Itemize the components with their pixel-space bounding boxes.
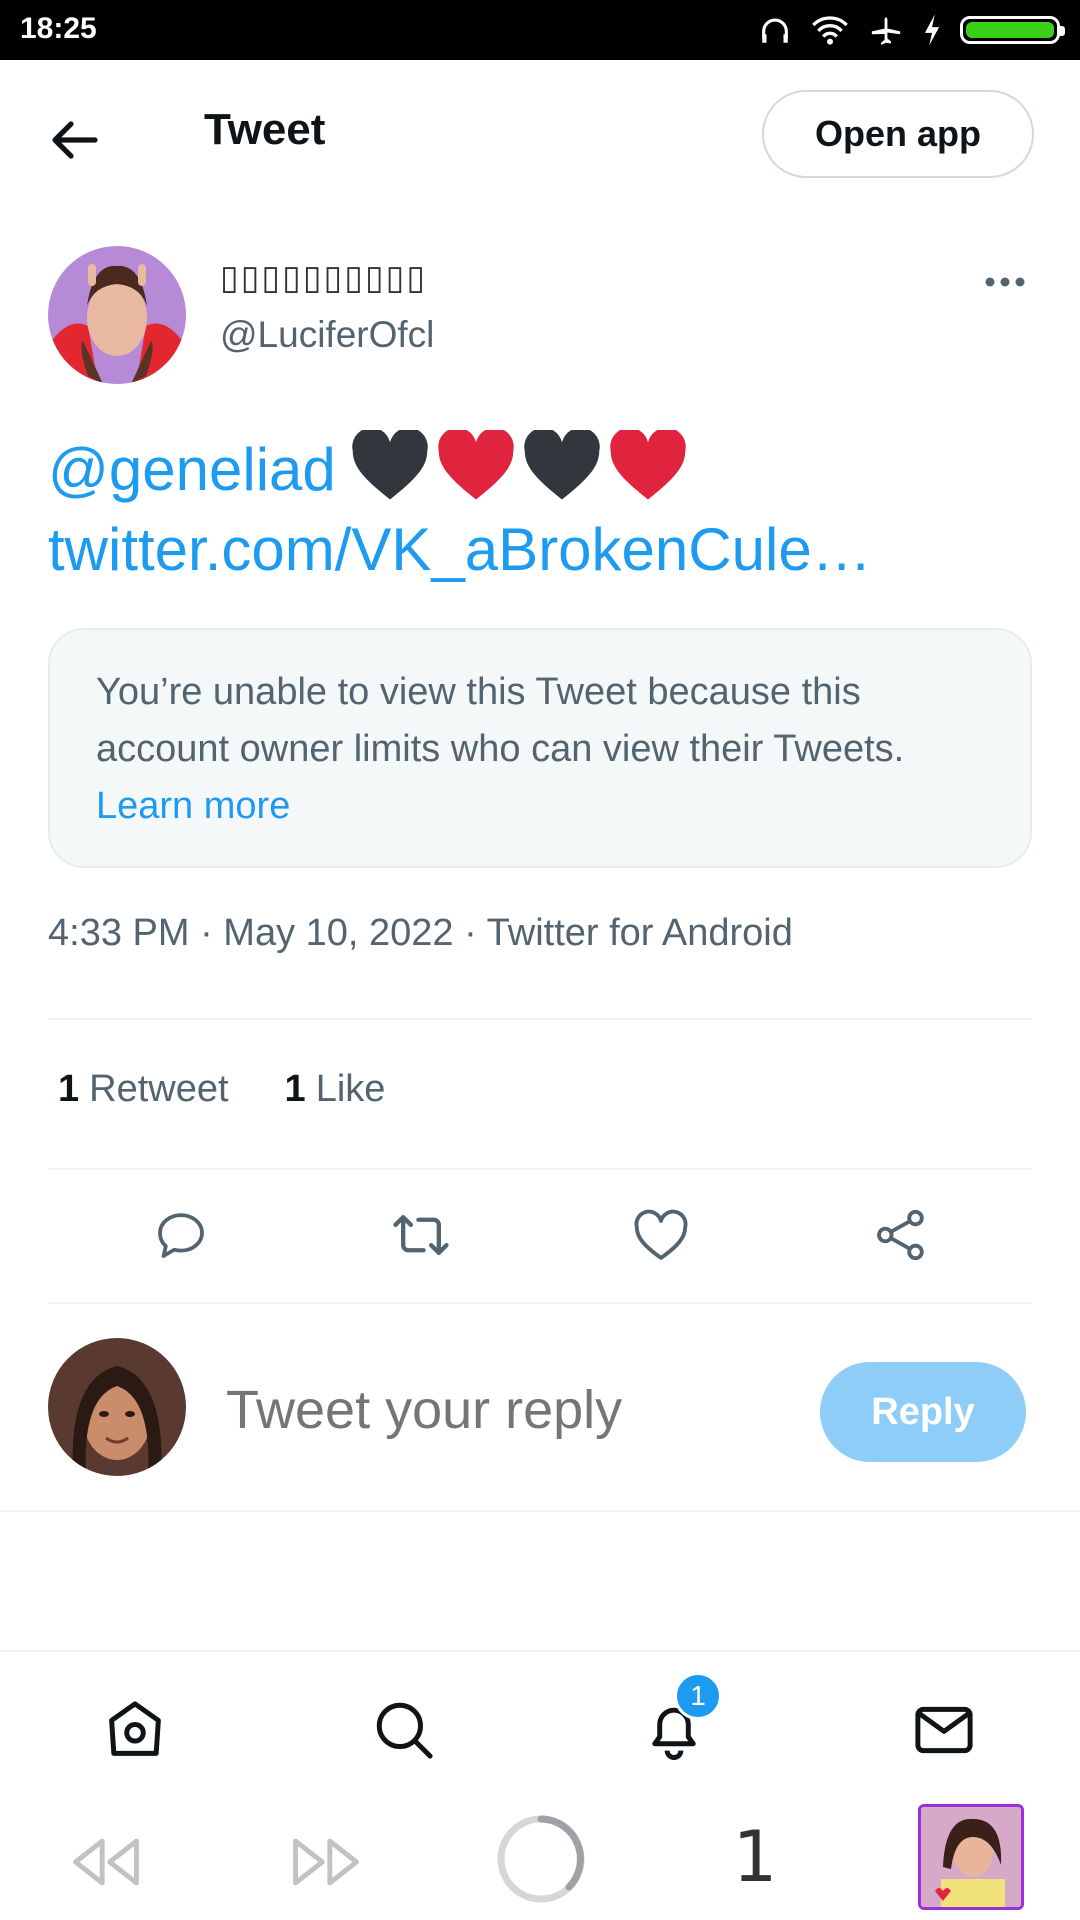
user-avatar[interactable]: [48, 1338, 186, 1476]
like-button[interactable]: [626, 1200, 696, 1270]
divider: [48, 1018, 1032, 1020]
divider: [48, 1168, 1032, 1170]
reply-submit-button[interactable]: Reply: [820, 1362, 1026, 1462]
share-button[interactable]: [866, 1200, 936, 1270]
rewind-icon: [73, 1838, 139, 1886]
messages-icon: [915, 1706, 973, 1754]
nav-home[interactable]: [95, 1690, 175, 1770]
system-home-button[interactable]: [494, 1812, 588, 1906]
profile-thumbnail[interactable]: [918, 1804, 1024, 1910]
restricted-tweet-notice: You’re unable to view this Tweet because…: [48, 628, 1032, 868]
status-icons: [758, 10, 1065, 50]
reply-icon: [158, 1213, 204, 1258]
retweet-count: 1: [58, 1068, 80, 1110]
headphones-icon: [762, 18, 788, 43]
mention-link[interactable]: @geneliad: [48, 436, 336, 503]
nav-messages[interactable]: [904, 1690, 984, 1770]
system-back-button[interactable]: [66, 1822, 146, 1902]
back-arrow-icon: [52, 121, 98, 159]
loading-ring-icon: [497, 1815, 585, 1903]
battery-icon: [960, 16, 1065, 44]
home-icon: [109, 1701, 161, 1756]
retweet-stat[interactable]: 1 Retweet: [58, 1068, 229, 1111]
retweet-button[interactable]: [386, 1200, 456, 1270]
fast-forward-icon: [293, 1838, 359, 1886]
retweet-label: Retweet: [89, 1068, 229, 1110]
share-icon: [877, 1209, 924, 1261]
reply-input[interactable]: [224, 1378, 788, 1442]
tab-count[interactable]: 1: [720, 1812, 790, 1902]
wifi-icon: [812, 16, 848, 45]
red-heart-icon: [610, 430, 686, 500]
app-bar: Tweet Open app: [0, 60, 1080, 210]
open-app-button[interactable]: Open app: [762, 90, 1034, 178]
like-count: 1: [284, 1068, 306, 1110]
back-button[interactable]: [40, 110, 110, 170]
like-label: Like: [315, 1068, 386, 1110]
tweet-text: @geneliad twitter.com/VK_aBrokenCule…: [48, 430, 1038, 590]
black-heart-icon: [524, 430, 600, 500]
more-options-button[interactable]: [980, 262, 1030, 302]
page-title: Tweet: [204, 105, 326, 154]
divider: [0, 1510, 1080, 1512]
charging-icon: [924, 14, 940, 46]
tweet-stats: 1 Retweet 1 Like: [58, 1068, 385, 1111]
author-display-name[interactable]: ▯▯▯▯▯▯▯▯▯▯: [220, 258, 427, 298]
notice-text: You’re unable to view this Tweet because…: [96, 671, 905, 770]
more-dots-icon: [985, 277, 1025, 287]
tweet-meta: 4:33 PM · May 10, 2022 · Twitter for And…: [48, 912, 793, 954]
black-heart-icon: [352, 430, 428, 500]
system-forward-button[interactable]: [286, 1822, 366, 1902]
red-heart-icon: [438, 430, 514, 500]
like-stat[interactable]: 1 Like: [285, 1068, 386, 1111]
heart-emojis: [350, 430, 688, 502]
notification-badge: 1: [674, 1672, 722, 1720]
status-time: 18:25: [20, 12, 97, 45]
bottom-nav-divider: [0, 1650, 1080, 1652]
retweet-icon: [393, 1215, 449, 1255]
tweet-url-link[interactable]: twitter.com/VK_aBrokenCule…: [48, 516, 872, 583]
reply-button[interactable]: [146, 1200, 216, 1270]
author-avatar[interactable]: [48, 246, 186, 384]
divider: [48, 1302, 1032, 1304]
status-bar: 18:25: [0, 0, 1080, 60]
search-icon: [376, 1702, 433, 1759]
airplane-icon: [871, 17, 901, 45]
like-icon: [634, 1209, 688, 1260]
nav-search[interactable]: [364, 1690, 444, 1770]
learn-more-link[interactable]: Learn more: [96, 785, 290, 827]
author-handle[interactable]: @LuciferOfcl: [220, 314, 434, 356]
